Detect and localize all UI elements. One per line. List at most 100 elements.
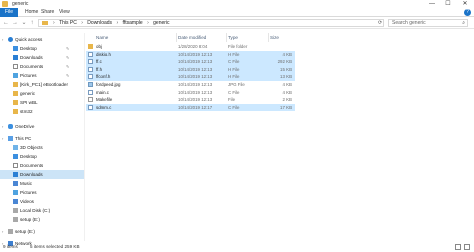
breadcrumb-downloads[interactable]: Downloads — [87, 20, 112, 26]
file-row[interactable]: ff.h 10/14/2019 12:13 H File 15 KB — [86, 65, 295, 74]
refresh-icon[interactable]: ⟳ — [378, 20, 382, 26]
title-bar: generic — ☐ ✕ — [0, 0, 474, 8]
sidebar-item[interactable]: setup (E:) — [0, 215, 84, 224]
sidebar-item[interactable]: Videos — [0, 197, 84, 206]
sidebar-item-label: OneDrive — [15, 124, 35, 129]
file-type: C File — [228, 59, 240, 65]
sidebar-item[interactable]: › Quick access — [0, 35, 84, 44]
sidebar-item-label: Downloads — [20, 172, 43, 177]
sidebar-item[interactable]: Desktop ✎ — [0, 44, 84, 53]
star-icon — [8, 37, 13, 42]
sidebar-item[interactable]: Documents ✎ — [0, 62, 84, 71]
sidebar-item[interactable]: Downloads ✎ — [0, 53, 84, 62]
chevron-right-icon[interactable]: › — [2, 227, 3, 236]
column-header-type[interactable]: Type — [228, 33, 238, 42]
sidebar-item[interactable]: Desktop — [0, 152, 84, 161]
large-icons-view-icon[interactable] — [464, 244, 470, 250]
file-row[interactable]: Makefile 10/14/2019 12:13 File 2 KB — [86, 96, 295, 104]
breadcrumb-fftsample[interactable]: fftsample — [123, 20, 143, 26]
document-icon — [13, 163, 18, 168]
file-name: ffconf.h — [96, 74, 111, 80]
address-bar-row: ← → ⌄ ↑ › This PC › Downloads › fftsampl… — [0, 17, 474, 29]
address-bar[interactable]: › This PC › Downloads › fftsample › gene… — [38, 19, 384, 27]
file-row[interactable]: ffconf.h 10/14/2019 12:13 H File 13 KB — [86, 73, 295, 81]
h-file-icon — [88, 66, 93, 72]
close-button[interactable]: ✕ — [458, 0, 472, 8]
sidebar-item[interactable]: Downloads — [0, 170, 84, 179]
sidebar-item[interactable]: SPI wBL — [0, 98, 84, 107]
file-row[interactable]: main.c 10/14/2019 12:13 C File 4 KB — [86, 89, 295, 97]
sidebar-item[interactable]: Pictures — [0, 188, 84, 197]
breadcrumb-generic[interactable]: generic — [153, 20, 169, 26]
file-name: fordpeed.jpg — [96, 82, 121, 87]
column-header-size[interactable]: Size — [270, 33, 279, 42]
file-row[interactable]: sdmm.c 10/14/2019 12:17 C File 17 KB — [86, 103, 295, 112]
file-name: sdmm.c — [96, 104, 112, 110]
folder-icon — [42, 21, 48, 25]
sidebar-item-label: Local Disk (C:) — [20, 208, 51, 213]
folder-icon — [13, 91, 18, 96]
chevron-right-icon[interactable]: › — [2, 122, 3, 131]
file-row[interactable]: obj 1/28/2020 8:04 File folder — [86, 43, 295, 51]
video-icon — [13, 199, 18, 204]
sidebar-item[interactable]: stm32 — [0, 107, 84, 116]
pin-icon: ✎ — [66, 46, 70, 51]
search-input[interactable]: Search generic ⌕ — [388, 19, 468, 27]
up-button[interactable]: ↑ — [28, 19, 36, 27]
sidebar-item[interactable]: › This PC — [0, 134, 84, 143]
minimize-button[interactable]: — — [425, 0, 439, 8]
pane-divider[interactable] — [84, 33, 85, 241]
sidebar-item[interactable]: Local Disk (C:) — [0, 206, 84, 215]
back-button[interactable]: ← — [2, 19, 10, 27]
chevron-right-icon[interactable]: › — [2, 35, 3, 44]
download-icon — [13, 172, 18, 177]
file-name: main.c — [96, 89, 109, 95]
help-icon[interactable]: ? — [464, 9, 471, 16]
chevron-right-icon[interactable]: › — [2, 134, 3, 143]
drive-icon — [13, 208, 18, 213]
file-date: 10/14/2019 12:13 — [178, 89, 213, 95]
column-header-name[interactable]: Name — [96, 33, 108, 42]
tab-share[interactable]: Share — [38, 8, 57, 17]
file-row[interactable]: diskio.h 10/14/2019 12:13 H File 4 KB — [86, 50, 295, 59]
sidebar-item[interactable]: › OneDrive — [0, 122, 84, 131]
recent-locations-button[interactable]: ⌄ — [20, 19, 28, 27]
sidebar-item[interactable]: Music — [0, 179, 84, 188]
sidebar-item[interactable]: Pictures ✎ — [0, 71, 84, 80]
file-name: obj — [96, 44, 102, 49]
sidebar-item[interactable]: Documents — [0, 161, 84, 170]
tab-view[interactable]: View — [56, 8, 73, 17]
window-title: generic — [12, 1, 29, 7]
tab-file[interactable]: File — [0, 8, 18, 17]
sidebar-item-label: Documents — [20, 163, 44, 168]
file-row[interactable]: ff.c 10/14/2019 12:13 C File 292 KB — [86, 58, 295, 66]
music-icon — [13, 181, 18, 186]
file-date: 10/14/2019 12:17 — [178, 104, 213, 110]
column-divider[interactable] — [268, 33, 269, 42]
sidebar-item[interactable]: generic — [0, 89, 84, 98]
download-icon — [13, 55, 18, 60]
file-type: H File — [228, 74, 240, 80]
cloud-icon — [8, 124, 13, 129]
image-file-icon — [88, 82, 93, 87]
forward-button[interactable]: → — [11, 19, 19, 27]
sidebar-item[interactable]: 3D Objects — [0, 143, 84, 152]
maximize-button[interactable]: ☐ — [441, 0, 455, 8]
file-row[interactable]: fordpeed.jpg 10/14/2019 12:13 JPG File 4 KB — [86, 81, 295, 89]
breadcrumb-this-pc[interactable]: This PC — [59, 20, 77, 26]
sidebar-item-label: Pictures — [20, 73, 37, 78]
column-divider[interactable] — [226, 33, 227, 42]
file-size: 17 KB — [280, 104, 292, 110]
column-divider[interactable] — [176, 33, 177, 42]
file-size: 4 KB — [282, 51, 292, 57]
file-name: diskio.h — [96, 51, 111, 57]
sidebar-item[interactable]: [Kirk_PC1] eBootloader — [0, 80, 84, 89]
breadcrumb-separator: › — [81, 20, 83, 26]
column-header-date[interactable]: Date modified — [178, 33, 206, 42]
pin-icon: ✎ — [66, 73, 70, 78]
file-list: Name Date modified Type Size obj 1/28/202… — [86, 33, 474, 241]
details-view-icon[interactable] — [455, 244, 461, 250]
sidebar-item[interactable]: › setup (E:) — [0, 227, 84, 236]
file-size: 4 KB — [282, 82, 292, 87]
file-size: 292 KB — [277, 59, 292, 65]
